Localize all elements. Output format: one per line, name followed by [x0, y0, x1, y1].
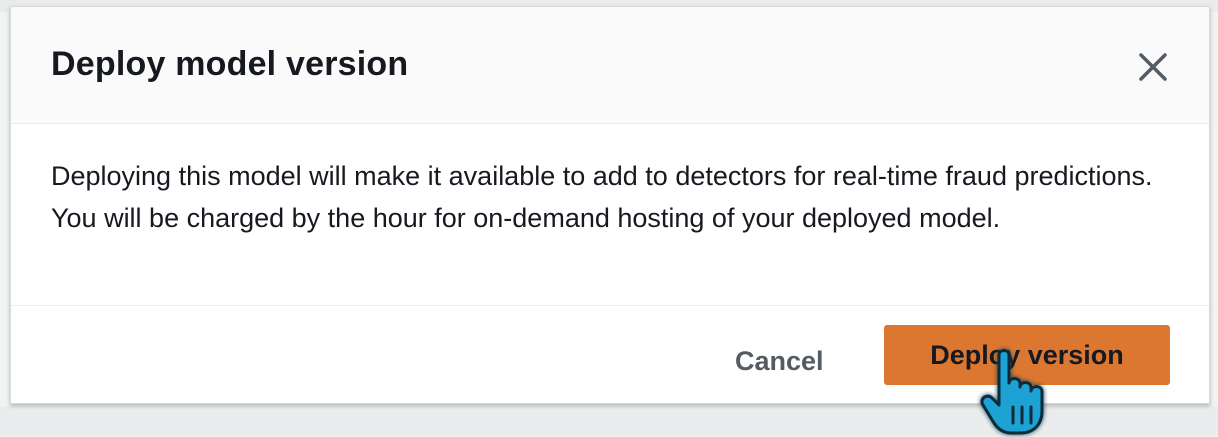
close-button[interactable] — [1133, 47, 1173, 87]
background-page-strip — [0, 406, 1218, 436]
deploy-version-button[interactable]: Deploy version — [884, 325, 1170, 385]
modal-body-text: Deploying this model will make it availa… — [51, 161, 1153, 233]
modal-title: Deploy model version — [51, 45, 409, 83]
modal-footer: Cancel Deploy version — [11, 305, 1209, 403]
modal-header: Deploy model version — [11, 7, 1209, 124]
cancel-button[interactable]: Cancel — [703, 336, 856, 386]
close-icon — [1139, 53, 1167, 81]
deploy-model-modal: Deploy model version Deploying this mode… — [10, 6, 1210, 404]
